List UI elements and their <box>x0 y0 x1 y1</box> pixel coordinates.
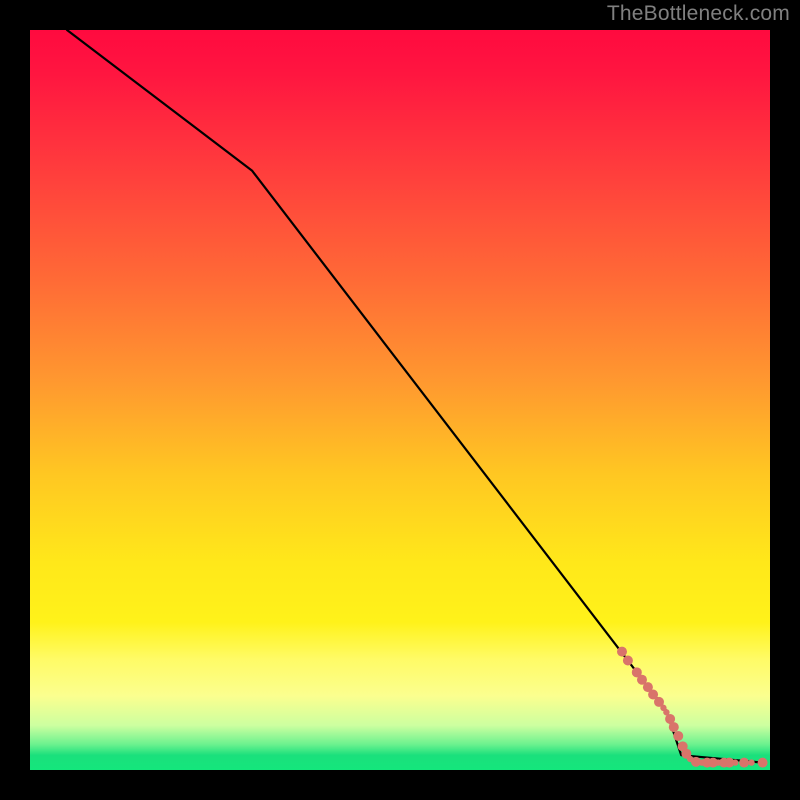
chart-svg <box>30 30 770 770</box>
chart-stage: TheBottleneck.com <box>0 0 800 800</box>
scatter-point <box>748 759 754 765</box>
watermark-text: TheBottleneck.com <box>607 2 790 26</box>
plot-area <box>30 30 770 770</box>
scatter-point <box>669 722 679 732</box>
scatter-point <box>732 759 738 765</box>
scatter-points <box>617 647 768 768</box>
curve-line <box>67 30 763 763</box>
scatter-point <box>739 758 749 768</box>
scatter-point <box>758 758 768 768</box>
scatter-point <box>623 655 633 665</box>
scatter-point <box>673 731 683 741</box>
scatter-point <box>617 647 627 657</box>
